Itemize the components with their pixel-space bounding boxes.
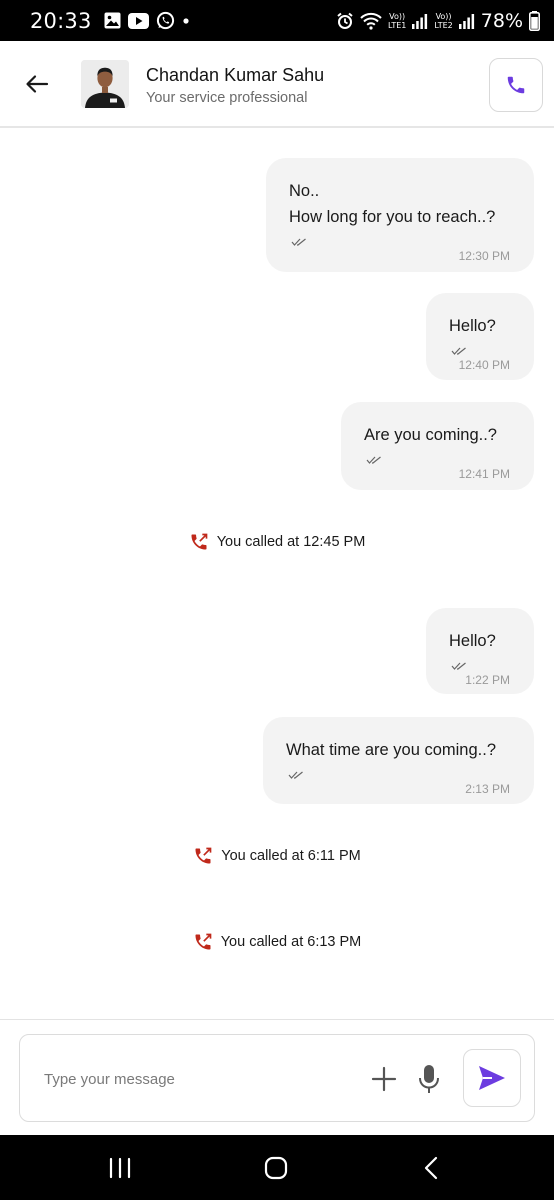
message-input[interactable]: [44, 1065, 344, 1093]
gallery-icon: [104, 12, 121, 29]
recent-apps-button[interactable]: [100, 1153, 140, 1183]
status-time: 20:33: [30, 8, 92, 33]
nav-back-button[interactable]: [411, 1153, 451, 1183]
recent-apps-icon: [109, 1157, 131, 1179]
wifi-icon: [360, 12, 382, 30]
send-icon: [479, 1066, 505, 1090]
dot-icon: [182, 17, 190, 25]
notification-icons: [104, 11, 190, 30]
outgoing-call-icon: [195, 847, 212, 864]
phone-icon: [507, 76, 525, 94]
sim1-lte-label: LTE1: [387, 20, 407, 30]
message-line: What time are you coming..?: [286, 741, 497, 759]
message-time: 12:40 PM: [458, 358, 510, 372]
message-bubble[interactable]: No.. How long for you to reach..? 12:30 …: [266, 158, 534, 272]
message-line: No..: [289, 182, 320, 200]
voice-button[interactable]: [418, 1064, 440, 1094]
double-check-icon: [366, 456, 381, 464]
chevron-left-icon: [424, 1156, 438, 1180]
double-check-icon: [451, 662, 466, 670]
message-bubble[interactable]: Hello? 12:40 PM: [426, 293, 534, 380]
avatar-photo: [81, 60, 129, 108]
signal-sim2-icon: [458, 13, 475, 29]
system-nav-bar: [0, 1135, 554, 1200]
message-time: 1:22 PM: [465, 673, 510, 687]
plus-icon: [371, 1066, 397, 1092]
call-event-text: You called at 12:45 PM: [216, 534, 366, 550]
message-line: Are you coming..?: [364, 426, 497, 444]
status-bar: 20:33 Vo)) LTE1 Vo)) LTE2 78%: [0, 0, 554, 41]
send-button[interactable]: [463, 1049, 521, 1107]
sim2-lte-label: LTE2: [434, 20, 453, 30]
outgoing-call-icon: [191, 533, 208, 550]
whatsapp-icon: [156, 11, 175, 30]
chat-screen: 20:33 Vo)) LTE1 Vo)) LTE2 78% Chandan Ku…: [0, 0, 554, 1200]
attach-button[interactable]: [371, 1066, 397, 1092]
call-event: You called at 6:13 PM: [0, 932, 554, 952]
back-button[interactable]: [22, 69, 52, 99]
sim2-volte-label: Vo)): [435, 11, 452, 21]
call-event-text: You called at 6:13 PM: [220, 934, 362, 950]
call-event: You called at 6:11 PM: [0, 846, 554, 866]
contact-subtitle: Your service professional: [146, 90, 308, 106]
message-time: 12:41 PM: [458, 467, 510, 481]
composer-divider: [0, 1019, 554, 1020]
call-event-text: You called at 6:11 PM: [221, 848, 361, 864]
sim1-volte-label: Vo)): [389, 11, 406, 21]
message-composer: [19, 1034, 535, 1122]
system-icons: Vo)) LTE1 Vo)) LTE2 78%: [336, 10, 540, 32]
battery-percent: 78%: [480, 9, 523, 32]
home-button[interactable]: [256, 1153, 296, 1183]
call-event: You called at 12:45 PM: [0, 532, 554, 552]
contact-name: Chandan Kumar Sahu: [146, 65, 325, 85]
home-icon: [264, 1156, 288, 1180]
youtube-icon: [127, 12, 149, 29]
chat-header: Chandan Kumar Sahu Your service professi…: [0, 41, 554, 128]
message-line: Hello?: [449, 632, 496, 650]
message-time: 2:13 PM: [465, 782, 510, 796]
double-check-icon: [291, 238, 306, 246]
double-check-icon: [451, 347, 466, 355]
microphone-icon: [419, 1065, 439, 1093]
message-line: How long for you to reach..?: [289, 208, 496, 226]
message-bubble[interactable]: What time are you coming..? 2:13 PM: [263, 717, 534, 804]
sim1-network: Vo)) LTE1: [388, 12, 406, 30]
sim2-network: Vo)) LTE2: [434, 12, 452, 30]
signal-sim1-icon: [412, 13, 428, 29]
battery-icon: [529, 10, 540, 31]
message-time: 12:30 PM: [458, 249, 510, 263]
alarm-icon: [336, 12, 354, 30]
avatar[interactable]: [81, 60, 129, 108]
arrow-left-icon: [26, 75, 49, 93]
message-bubble[interactable]: Are you coming..? 12:41 PM: [341, 402, 534, 490]
call-button[interactable]: [489, 58, 543, 112]
message-bubble[interactable]: Hello? 1:22 PM: [426, 608, 534, 694]
message-line: Hello?: [449, 317, 496, 335]
double-check-icon: [288, 771, 303, 779]
outgoing-call-icon: [195, 933, 212, 950]
